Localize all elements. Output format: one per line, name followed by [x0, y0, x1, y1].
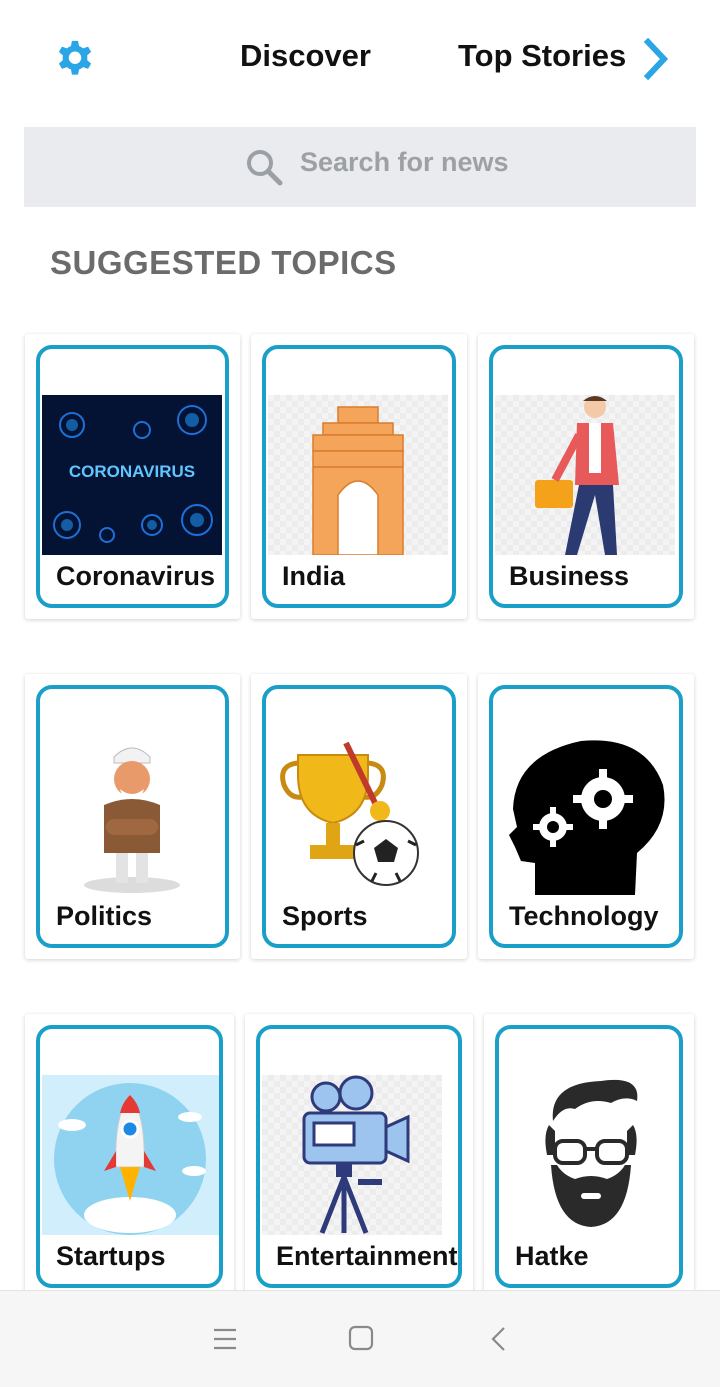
topic-card-business[interactable]: Business — [478, 334, 694, 619]
menu-icon[interactable] — [212, 1327, 238, 1351]
india-gate-image — [268, 395, 448, 555]
topic-label: Sports — [282, 901, 368, 931]
topic-card-coronavirus[interactable]: CORONAVIRUS Coronavirus — [25, 334, 240, 619]
section-title: SUGGESTED TOPICS — [50, 244, 397, 281]
topic-card-india[interactable]: India — [251, 334, 467, 619]
topic-label: Startups — [56, 1241, 166, 1271]
virus-image: CORONAVIRUS — [42, 395, 222, 555]
tab-top-stories[interactable]: Top Stories — [458, 38, 626, 74]
home-square-icon[interactable] — [348, 1325, 374, 1351]
businessman-image — [495, 395, 675, 555]
topic-card-technology[interactable]: Technology — [478, 674, 694, 959]
topic-label: Politics — [56, 901, 153, 931]
topic-label: Technology — [509, 901, 659, 931]
search-icon — [247, 150, 283, 186]
trophy-football-image — [280, 741, 419, 886]
hipster-face-image — [545, 1079, 638, 1227]
rocket-image — [42, 1075, 219, 1235]
back-chevron-icon[interactable] — [488, 1325, 510, 1353]
image-text: CORONAVIRUS — [69, 462, 195, 481]
app-header: Discover Top Stories — [0, 0, 720, 118]
topic-card-entertainment[interactable]: Entertainment — [245, 1014, 473, 1299]
topic-label: Hatke — [515, 1241, 589, 1271]
system-nav-bar — [0, 1290, 720, 1387]
topic-label: Entertainment — [276, 1241, 458, 1271]
topic-label: Business — [509, 561, 630, 591]
tab-discover[interactable]: Discover — [240, 38, 371, 74]
topic-label: Coronavirus — [56, 561, 216, 591]
politician-image — [84, 747, 180, 893]
search-input[interactable]: Search for news — [300, 147, 509, 178]
movie-camera-image — [262, 1075, 442, 1235]
topic-card-startups[interactable]: Startups — [25, 1014, 234, 1299]
gear-icon[interactable] — [52, 38, 98, 84]
head-gears-image — [509, 740, 665, 895]
topic-card-sports[interactable]: Sports — [251, 674, 467, 959]
search-bar[interactable]: Search for news — [24, 127, 696, 207]
topic-card-politics[interactable]: Politics — [25, 674, 240, 959]
chevron-right-icon[interactable] — [640, 38, 672, 80]
topic-label: India — [282, 561, 346, 591]
topic-card-hatke[interactable]: Hatke — [484, 1014, 694, 1299]
